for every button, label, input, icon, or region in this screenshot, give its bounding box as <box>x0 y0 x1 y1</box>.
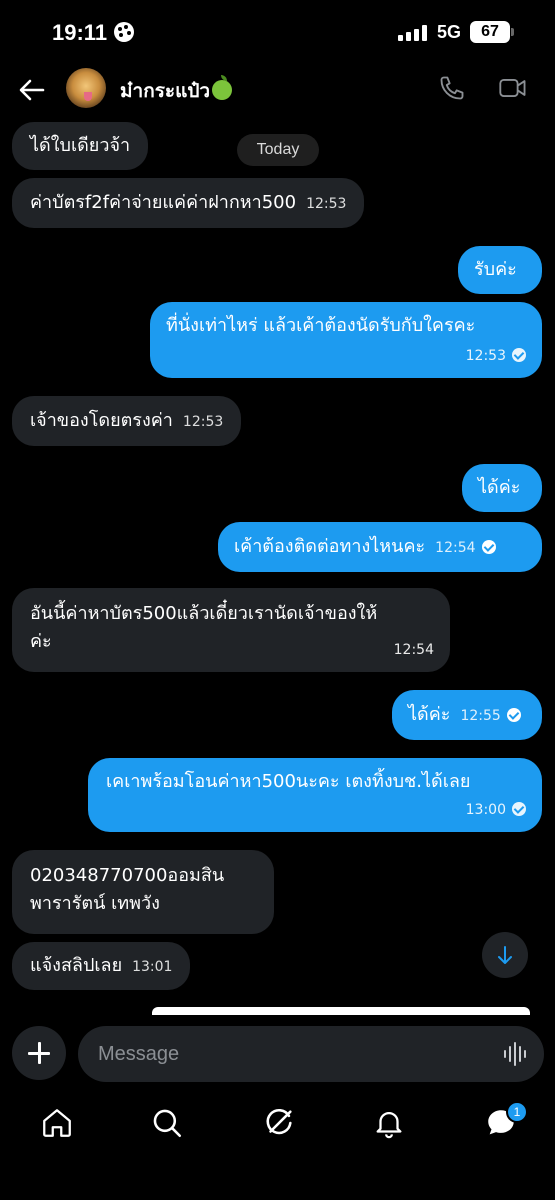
date-separator: Today <box>237 134 319 166</box>
message-time: 12:53 <box>306 196 347 212</box>
video-call-icon[interactable] <box>498 74 528 102</box>
message-incoming[interactable]: แจ้งสลิปเลย 13:01 <box>12 942 191 990</box>
message-outgoing[interactable]: ที่นั่งเท่าไหร่ แล้วเค้าต้องนัดรับกับใคร… <box>150 302 542 378</box>
message-meta: 13:00 <box>466 796 526 824</box>
cellular-signal-icon <box>398 25 428 41</box>
add-attachment-button[interactable] <box>12 1026 66 1080</box>
message-outgoing[interactable]: เค้าต้องติดต่อทางไหนคะ 12:54 <box>218 522 542 572</box>
home-icon[interactable] <box>40 1106 74 1140</box>
message-time: 12:54 <box>393 642 434 658</box>
message-outgoing[interactable]: ได้ค่ะ <box>462 464 542 512</box>
contact-name[interactable]: ม๋ากระแป๋ว <box>120 75 233 106</box>
bell-icon[interactable] <box>372 1106 406 1140</box>
message-incoming[interactable]: เจ้าของโดยตรงค่า 12:53 <box>12 396 242 446</box>
back-arrow-icon[interactable] <box>14 72 50 108</box>
contact-name-text: ม๋ากระแป๋ว <box>120 80 211 102</box>
message-text: ได้ใบเดียวจ้า <box>30 135 131 156</box>
message-time: 13:00 <box>465 802 506 818</box>
grok-icon[interactable] <box>262 1106 296 1140</box>
voice-waveform-icon[interactable] <box>502 1041 528 1067</box>
message-meta: 12:53 <box>466 342 526 370</box>
message-outgoing[interactable]: เคเาพร้อมโอนค่าหา500นะคะ เตงทิ้งบช.ได้เล… <box>88 758 542 832</box>
messages-badge: 1 <box>506 1101 528 1123</box>
network-type: 5G <box>437 22 462 42</box>
message-incoming[interactable]: ค่าบัตรf2fค่าจ่ายแค่ค่าฝากหา500 12:53 <box>12 178 365 228</box>
message-input[interactable] <box>98 1026 478 1082</box>
message-text: ที่นั่งเท่าไหร่ แล้วเค้าต้องนัดรับกับใคร… <box>166 315 476 336</box>
status-bar: 19:11 5G 67 <box>0 0 555 62</box>
phone-call-icon[interactable] <box>438 74 466 102</box>
message-text-line: พารารัตน์ เทพวัง <box>30 893 160 914</box>
message-incoming[interactable]: 020348770700ออมสิน พารารัตน์ เทพวัง <box>12 850 274 934</box>
message-text-line: 020348770700ออมสิน <box>30 865 225 886</box>
read-check-icon <box>481 540 496 554</box>
status-time: 19:11 <box>52 20 108 45</box>
arrow-down-icon <box>498 946 512 964</box>
message-text: ค่าบัตรf2fค่าจ่ายแค่ค่าฝากหา500 <box>30 192 297 213</box>
message-text: ได้ค่ะ <box>408 704 451 725</box>
battery-tip <box>511 28 514 36</box>
read-check-icon <box>506 708 521 722</box>
bottom-navigation <box>0 1098 555 1158</box>
message-outgoing[interactable]: รับค่ะ <box>458 246 542 294</box>
partial-message-preview <box>152 1007 530 1015</box>
green-apple-emoji <box>212 75 233 100</box>
message-text-line: อันนี้ค่าหาบัตร500แล้วเดี๋ยวเรานัดเจ้าขอ… <box>30 603 378 624</box>
message-time: 12:55 <box>460 708 501 724</box>
read-check-icon <box>512 802 526 816</box>
battery-icon: 67 <box>470 21 510 43</box>
message-text: แจ้งสลิปเลย <box>30 955 123 976</box>
message-text-line: ค่ะ <box>30 631 52 652</box>
message-text: ได้ค่ะ <box>478 477 521 498</box>
home-indicator-area <box>0 1158 555 1200</box>
message-incoming[interactable]: ได้ใบเดียวจ้า <box>12 122 149 170</box>
message-text: รับค่ะ <box>474 259 517 280</box>
message-text: เค้าต้องติดต่อทางไหนคะ <box>234 536 426 557</box>
scroll-to-bottom-button[interactable] <box>482 932 528 978</box>
avatar[interactable] <box>66 68 106 108</box>
message-time: 12:53 <box>182 414 224 430</box>
search-icon[interactable] <box>150 1106 184 1140</box>
message-time: 12:54 <box>435 540 476 556</box>
chat-header: ม๋ากระแป๋ว <box>0 62 555 118</box>
message-time: 13:01 <box>132 959 173 975</box>
read-check-icon <box>512 348 526 362</box>
message-text: เคเาพร้อมโอนค่าหา500นะคะ เตงทิ้งบช.ได้เล… <box>106 771 471 792</box>
message-incoming[interactable]: อันนี้ค่าหาบัตร500แล้วเดี๋ยวเรานัดเจ้าขอ… <box>12 588 450 672</box>
message-composer <box>78 1026 544 1082</box>
message-text: เจ้าของโดยตรงค่า <box>30 410 173 431</box>
message-time: 12:53 <box>465 348 506 364</box>
palette-icon <box>114 22 134 42</box>
message-outgoing[interactable]: ได้ค่ะ 12:55 <box>392 690 542 740</box>
